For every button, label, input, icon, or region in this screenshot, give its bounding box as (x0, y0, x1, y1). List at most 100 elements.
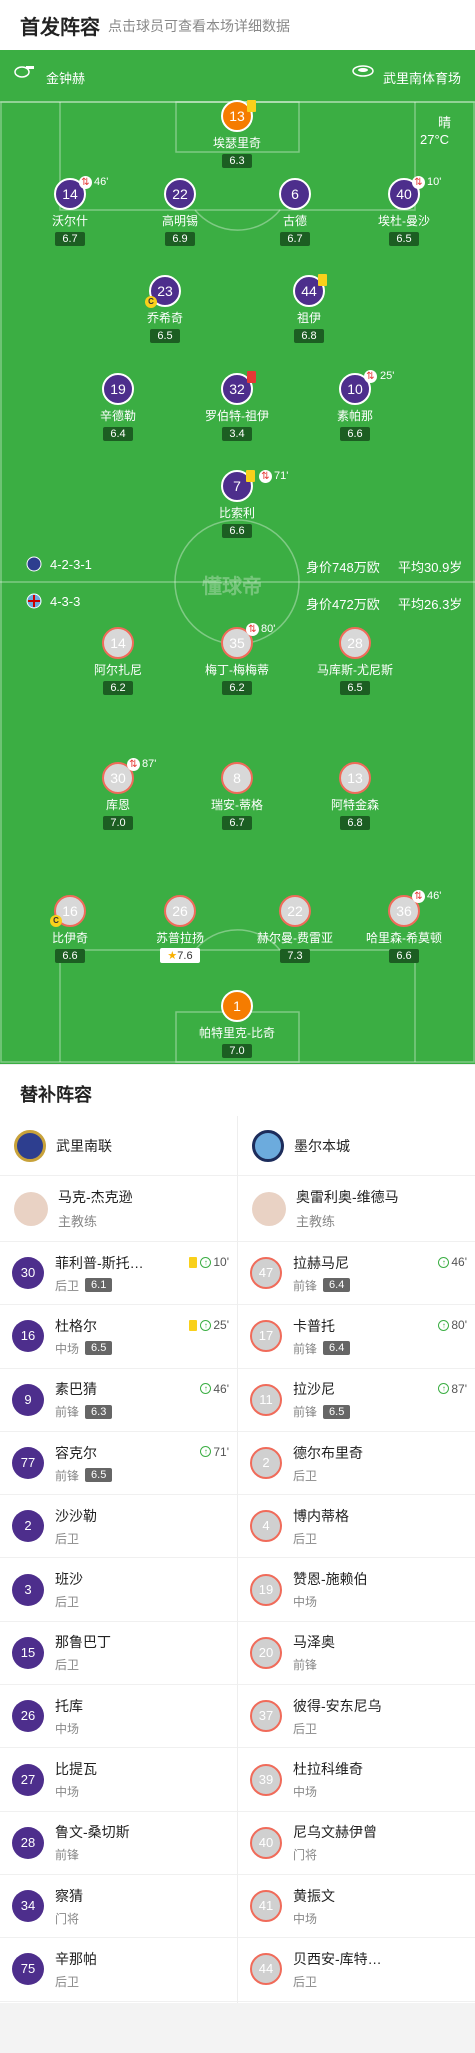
away-coach-row[interactable]: 奥雷利奥-维德马 主教练 (238, 1176, 475, 1242)
page-title: 首发阵容 (20, 16, 100, 39)
player-name: 沙沙勒 (55, 1507, 97, 1524)
player-away[interactable]: 14 阿尔扎尼 6.2 (63, 627, 173, 696)
sub-player-row[interactable]: 4 博内蒂格 后卫 (238, 1495, 475, 1559)
player-rating: 6.5 (389, 232, 419, 246)
home-coach-row[interactable]: 马克-杰克逊 主教练 (0, 1176, 237, 1242)
sub-player-row[interactable]: 19 赞恩-施赖伯 中场 (238, 1558, 475, 1622)
player-number: 22 (164, 178, 196, 210)
player-name: 黄振文 (293, 1887, 335, 1904)
player-away[interactable]: 8 瑞安-蒂格 6.7 (182, 762, 292, 831)
player-number: 19 (250, 1573, 282, 1606)
player-position: 中场 (55, 1721, 80, 1736)
home-subs-column: 武里南联 马克-杰克逊 主教练 30 菲利普-斯托… 后卫 6.1 ↑ 10' 16 杜格尔中… (0, 1116, 237, 2002)
sub-player-row[interactable]: 39 杜拉科维奇 中场 (238, 1748, 475, 1812)
sub-player-row[interactable]: 44 贝西安-库特… 后卫 (238, 1938, 475, 2002)
sub-player-row[interactable]: 15 那鲁巴丁 后卫 (0, 1622, 237, 1686)
player-away[interactable]: 26 苏普拉扬 ★7.6 (125, 895, 235, 964)
sub-player-row[interactable]: 9 素巴猜 前锋 6.3 ↑ 46' (0, 1369, 237, 1432)
home-team-row[interactable]: 武里南联 (0, 1116, 237, 1176)
player-number: 75 (12, 1953, 44, 1986)
player-home[interactable]: 40 埃杜-曼沙 6.5 (349, 178, 459, 247)
sub-player-row[interactable]: 37 彼得-安东尼乌 后卫 (238, 1685, 475, 1749)
player-number: 8 (221, 762, 253, 794)
coach-name: 奥雷利奥-维德马 (296, 1189, 399, 1205)
player-home[interactable]: 10 素帕那 6.6 (300, 373, 410, 442)
player-home-gk[interactable]: 13 埃瑟里奇 6.3 (182, 100, 292, 169)
player-away[interactable]: 30 库恩 7.0 (63, 762, 173, 831)
sub-in-icon: ↑ (200, 1319, 212, 1331)
player-name: 马库斯-尤尼斯 (317, 663, 393, 677)
sub-out-icon: ⇅ (259, 470, 272, 483)
player-number: 28 (339, 627, 371, 659)
sub-player-row[interactable]: 47 拉赫马尼 前锋 6.4 ↑ 46' (238, 1242, 475, 1306)
sub-player-row[interactable]: 41 黄振文 中场 (238, 1875, 475, 1939)
sub-player-row[interactable]: 27 比提瓦 中场 (0, 1748, 237, 1812)
sub-out-icon: ⇅ (79, 176, 92, 189)
player-away[interactable]: 22 赫尔曼-费雷亚 7.3 (240, 895, 350, 964)
player-away[interactable]: 28 马库斯-尤尼斯 6.5 (300, 627, 410, 696)
player-name: 拉沙尼 (293, 1381, 335, 1398)
player-number: 26 (164, 895, 196, 927)
player-home[interactable]: 23 乔希奇 6.5 (110, 275, 220, 344)
player-rating: 6.6 (222, 524, 252, 538)
sub-player-row[interactable]: 34 察猜 门将 (0, 1875, 237, 1939)
player-position: 后卫 (55, 1278, 80, 1293)
sub-player-row[interactable]: 2 德尔布里奇 后卫 (238, 1432, 475, 1496)
sub-player-row[interactable]: 2 沙沙勒 后卫 (0, 1495, 237, 1559)
sub-player-row[interactable]: 40 尼乌文赫伊曾 门将 (238, 1812, 475, 1875)
player-position: 后卫 (55, 1531, 80, 1546)
away-team-row[interactable]: 墨尔本城 (238, 1116, 475, 1176)
player-name: 容克尔 (55, 1444, 97, 1461)
player-rating: 6.5 (85, 1341, 113, 1356)
sub-player-row[interactable]: 75 辛那帕 后卫 (0, 1938, 237, 2002)
player-rating: 6.2 (103, 681, 133, 695)
player-number: 1 (221, 990, 253, 1022)
player-home[interactable]: 22 高明锡 6.9 (125, 178, 235, 247)
player-rating: 6.6 (55, 949, 85, 963)
player-away[interactable]: 16 比伊奇 6.6 (15, 895, 125, 964)
player-name: 埃瑟里奇 (212, 136, 261, 150)
player-position: 中场 (55, 1341, 80, 1356)
yellow-card-icon (246, 470, 255, 482)
player-away[interactable]: 35 梅丁-梅梅蒂 6.2 (182, 627, 292, 696)
away-subs-column: 墨尔本城 奥雷利奥-维德马 主教练 47 拉赫马尼 前锋 6.4 ↑ 46' 17 卡普托 前锋… (238, 1116, 475, 2002)
home-coach-name: 金钟赫 (46, 71, 86, 86)
sub-player-row[interactable]: 11 拉沙尼 前锋 6.5 ↑ 87' (238, 1369, 475, 1432)
player-number: 3 (12, 1573, 44, 1606)
player-name: 鲁文-桑切斯 (55, 1824, 130, 1841)
player-rating: 7.0 (222, 1044, 252, 1058)
player-name: 沃尔什 (51, 214, 88, 228)
player-name: 赫尔曼-费雷亚 (257, 931, 333, 945)
home-formation: 4-2-3-1 (50, 557, 92, 572)
player-name: 梅丁-梅梅蒂 (205, 663, 269, 677)
red-card-icon (247, 371, 256, 383)
player-home[interactable]: 6 古德 6.7 (240, 178, 350, 247)
sub-player-row[interactable]: 30 菲利普-斯托… 后卫 6.1 ↑ 10' (0, 1242, 237, 1306)
player-position: 前锋 (293, 1278, 318, 1293)
yellow-card-icon (189, 1256, 198, 1268)
home-average-age: 平均30.9岁 (398, 560, 463, 575)
player-home[interactable]: 44 祖伊 6.8 (254, 275, 364, 344)
player-position: 门将 (293, 1848, 318, 1863)
player-name: 尼乌文赫伊曾 (293, 1824, 377, 1841)
sub-player-row[interactable]: 17 卡普托 前锋 6.4 ↑ 80' (238, 1305, 475, 1369)
player-away[interactable]: 36 哈里森-希莫顿 6.6 (349, 895, 459, 964)
whistle-icon (14, 64, 34, 81)
away-squad-value: 身价472万欧 (306, 597, 380, 612)
sub-player-row[interactable]: 20 马泽奥 前锋 (238, 1622, 475, 1686)
page-subtitle: 点击球员可查看本场详细数据 (108, 18, 290, 34)
weather: 晴 (438, 115, 452, 130)
sub-player-row[interactable]: 77 容克尔 前锋 6.5 ↑ 71' (0, 1432, 237, 1496)
player-away-gk[interactable]: 1 帕特里克-比奇 7.0 (182, 990, 292, 1059)
player-home[interactable]: 19 辛德勒 6.4 (63, 373, 173, 442)
player-away[interactable]: 13 阿特金森 6.8 (300, 762, 410, 831)
sub-player-row[interactable]: 16 杜格尔 中场 6.5 ↑ 25' (0, 1305, 237, 1369)
sub-player-row[interactable]: 26 托库 中场 (0, 1685, 237, 1749)
sub-player-row[interactable]: 28 鲁文-桑切斯 前锋 (0, 1812, 237, 1875)
watermark: 懂球帝 (202, 576, 262, 598)
star-icon: ★ (167, 950, 178, 962)
sub-player-row[interactable]: 3 班沙 后卫 (0, 1558, 237, 1622)
player-home[interactable]: 14 沃尔什 6.7 (15, 178, 125, 247)
player-home[interactable]: 32 罗伯特-祖伊 3.4 (182, 373, 292, 442)
player-name: 拉赫马尼 (293, 1254, 349, 1271)
